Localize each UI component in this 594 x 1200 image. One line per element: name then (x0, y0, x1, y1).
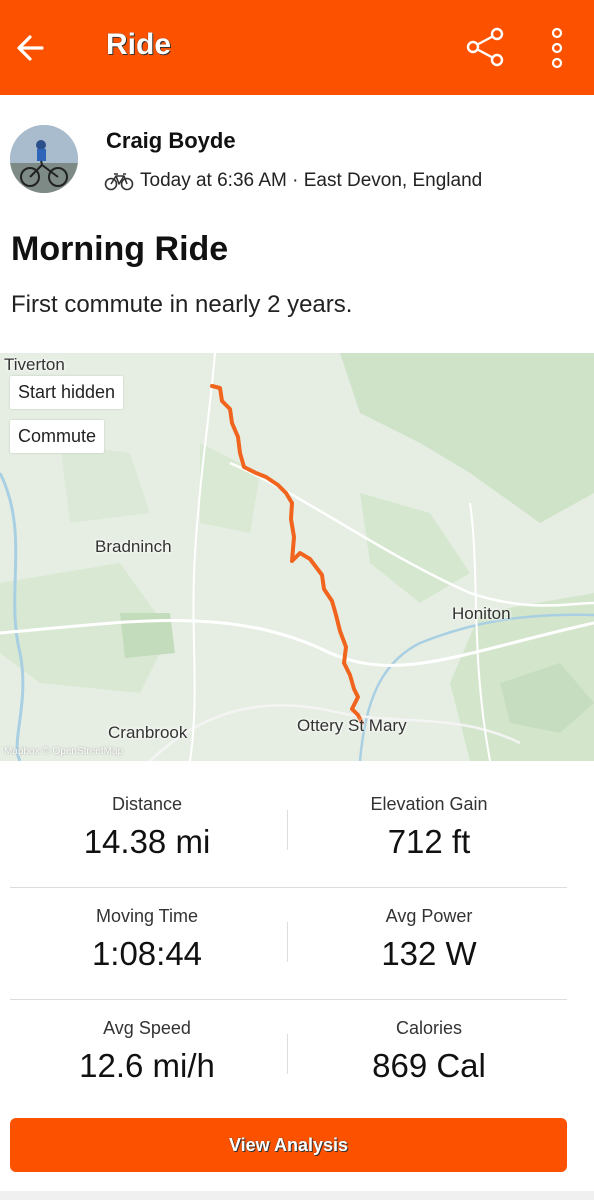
place-label-honiton: Honiton (452, 604, 511, 623)
route-line (210, 384, 364, 725)
stat-elevation-gain: Elevation Gain 712 ft (282, 794, 576, 861)
app-bar: Ride (0, 0, 594, 95)
activity-meta-text: Today at 6:36 AM · East Devon, England (140, 170, 483, 191)
arrow-left-icon[interactable] (12, 28, 52, 68)
commute-chip: Commute (10, 420, 105, 453)
start-hidden-chip: Start hidden (10, 376, 124, 409)
share-icon[interactable] (464, 26, 506, 68)
place-label-ottery-st-mary: Ottery St Mary (297, 716, 407, 735)
route-map[interactable]: Start hidden Commute Tiverton Bradninch … (0, 353, 594, 761)
place-label-bradninch: Bradninch (95, 537, 172, 556)
avatar[interactable] (10, 125, 78, 193)
stat-label: Elevation Gain (370, 794, 488, 814)
stat-label: Moving Time (95, 906, 199, 926)
avatar-photo (10, 125, 78, 193)
stat-value: 869 Cal (372, 1047, 486, 1084)
bicycle-icon (104, 173, 134, 191)
stat-label: Avg Speed (103, 1018, 191, 1038)
page-title: Ride (106, 28, 172, 61)
athlete-name[interactable]: Craig Boyde (106, 128, 236, 154)
stat-avg-speed: Avg Speed 12.6 mi/h (0, 1018, 294, 1085)
stat-calories: Calories 869 Cal (282, 1018, 576, 1085)
stat-moving-time: Moving Time 1:08:44 (0, 906, 294, 973)
row-divider (10, 999, 567, 1000)
bottom-strip (0, 1191, 594, 1200)
stat-value: 14.38 mi (83, 823, 211, 860)
view-analysis-button[interactable]: View Analysis (10, 1118, 567, 1172)
activity-description: First commute in nearly 2 years. (11, 291, 353, 318)
more-vertical-icon[interactable] (545, 26, 569, 70)
stat-distance: Distance 14.38 mi (0, 794, 294, 861)
stat-label: Distance (111, 794, 183, 814)
place-label-cranbrook: Cranbrook (108, 723, 188, 742)
stat-label: Calories (395, 1018, 463, 1038)
activity-title: Morning Ride (11, 230, 229, 268)
stat-value: 132 W (381, 935, 477, 972)
place-label-tiverton: Tiverton (4, 355, 65, 374)
map-attribution: Mapbox © OpenStreetMap (4, 746, 124, 757)
stat-avg-power: Avg Power 132 W (282, 906, 576, 973)
stat-label: Avg Power (385, 906, 473, 926)
activity-meta: Today at 6:36 AM · East Devon, England (104, 170, 482, 192)
stat-value: 1:08:44 (91, 935, 203, 972)
stat-value: 12.6 mi/h (79, 1047, 215, 1084)
row-divider (10, 887, 567, 888)
stat-value: 712 ft (387, 823, 471, 860)
